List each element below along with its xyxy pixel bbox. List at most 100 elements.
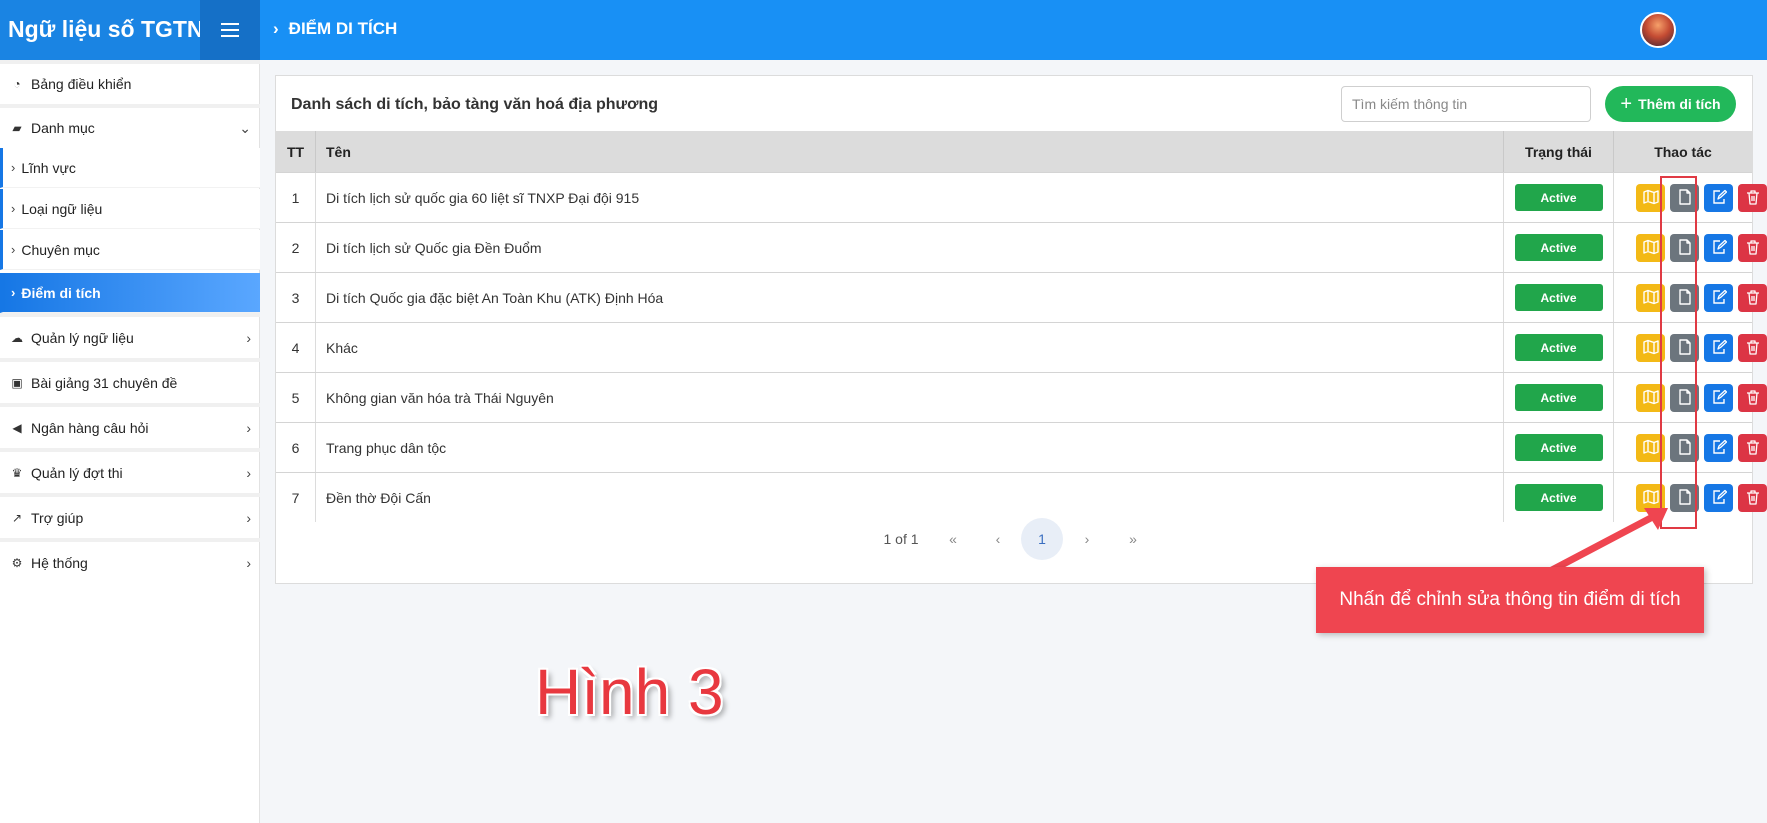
column-header-status: Trạng thái — [1504, 131, 1614, 172]
map-icon — [1642, 189, 1659, 208]
delete-button[interactable] — [1738, 484, 1767, 512]
sidebar-item-dashboard[interactable]: ◔ Bảng điều khiển — [0, 64, 260, 104]
plus-icon: + — [1620, 93, 1633, 115]
chevron-right-icon: › — [273, 19, 279, 38]
card-title: Danh sách di tích, bảo tàng văn hoá địa … — [291, 96, 658, 113]
menu-toggle-button[interactable] — [200, 0, 260, 60]
status-badge: Active — [1514, 234, 1603, 261]
sidebar-item-lectures[interactable]: ▣ Bài giảng 31 chuyên đề — [0, 363, 260, 403]
trash-icon — [1745, 289, 1761, 308]
dashboard-icon: ◔ — [13, 77, 21, 91]
prev-page-button[interactable]: ‹ — [983, 519, 1013, 559]
column-header-tt: TT — [276, 131, 316, 172]
edit-icon — [1711, 489, 1727, 508]
sidebar-item-corpus-types[interactable]: › Loại ngữ liệu — [0, 189, 260, 229]
chevron-right-icon: › — [11, 285, 16, 300]
delete-button[interactable] — [1738, 234, 1767, 262]
trash-icon — [1745, 489, 1761, 508]
map-icon — [1642, 289, 1659, 308]
edit-button[interactable] — [1704, 484, 1733, 512]
chevron-down-icon: ⌄ — [239, 119, 251, 136]
sidebar-item-label: Điểm di tích — [21, 284, 101, 301]
chevron-right-icon: › — [246, 465, 251, 481]
site-name: Di tích lịch sử quốc gia 60 liệt sĩ TNXP… — [316, 173, 1504, 222]
edit-button[interactable] — [1704, 334, 1733, 362]
sidebar-item-system[interactable]: ⚙ Hệ thống › — [0, 543, 260, 583]
sidebar-item-corpus-management[interactable]: ☁ Quản lý ngữ liệu › — [0, 318, 260, 358]
megaphone-icon: ◀ — [12, 421, 22, 435]
table-row: 5 Không gian văn hóa trà Thái Nguyên Activ… — [276, 372, 1767, 422]
status-badge: Active — [1514, 334, 1603, 361]
page-1-button[interactable]: 1 — [1021, 518, 1063, 560]
first-page-button[interactable]: « — [938, 519, 968, 559]
edit-icon — [1711, 239, 1727, 258]
trash-icon — [1745, 239, 1761, 258]
chevron-right-icon: › — [11, 242, 16, 257]
table-row: 1 Di tích lịch sử quốc gia 60 liệt sĩ TNX… — [276, 172, 1767, 222]
row-index: 1 — [276, 173, 316, 222]
chevron-right-icon: › — [246, 510, 251, 526]
map-icon — [1642, 239, 1659, 258]
page-title: ĐIỂM DI TÍCH — [288, 19, 398, 38]
chevron-right-icon: › — [11, 201, 16, 216]
delete-button[interactable] — [1738, 284, 1767, 312]
edit-button[interactable] — [1704, 234, 1733, 262]
sidebar-item-label: Bài giảng 31 chuyên đề — [31, 375, 178, 391]
site-name: Di tích lịch sử Quốc gia Đền Đuổm — [316, 223, 1504, 272]
edit-button[interactable] — [1704, 184, 1733, 212]
edit-button[interactable] — [1704, 284, 1733, 312]
row-index: 2 — [276, 223, 316, 272]
delete-button[interactable] — [1738, 334, 1767, 362]
edit-button[interactable] — [1704, 434, 1733, 462]
row-index: 7 — [276, 473, 316, 522]
sidebar-item-heritage-sites[interactable]: › Điểm di tích — [0, 273, 260, 313]
column-header-name: Tên — [316, 131, 1504, 172]
sidebar-item-label: Ngân hàng câu hỏi — [31, 420, 149, 436]
delete-button[interactable] — [1738, 434, 1767, 462]
trash-icon — [1745, 189, 1761, 208]
avatar[interactable] — [1640, 12, 1676, 48]
add-site-button[interactable]: + Thêm di tích — [1605, 86, 1736, 122]
sidebar-item-categories[interactable]: ▰ Danh mục ⌄ — [0, 108, 260, 148]
edit-icon — [1711, 289, 1727, 308]
edit-button[interactable] — [1704, 384, 1733, 412]
table-row: 6 Trang phục dân tộc Active — [276, 422, 1767, 472]
site-name: Trang phục dân tộc — [316, 423, 1504, 472]
search-input[interactable] — [1341, 86, 1591, 122]
sidebar: ◔ Bảng điều khiển ▰ Danh mục ⌄ › Lĩnh vự… — [0, 60, 260, 823]
sidebar-item-exam-management[interactable]: ♛ Quản lý đợt thi › — [0, 453, 260, 493]
delete-button[interactable] — [1738, 184, 1767, 212]
sidebar-item-help[interactable]: ↗ Trợ giúp › — [0, 498, 260, 538]
table-row: 2 Di tích lịch sử Quốc gia Đền Đuổm Active — [276, 222, 1767, 272]
edit-icon — [1711, 439, 1727, 458]
archive-icon: ▣ — [11, 376, 23, 390]
gears-icon: ⚙ — [11, 556, 23, 570]
figure-label: Hình 3 — [535, 656, 724, 728]
app-title[interactable]: Ngữ liệu số TGTN — [0, 0, 204, 60]
sidebar-item-topics[interactable]: › Chuyên mục — [0, 230, 260, 270]
table-row: 4 Khác Active — [276, 322, 1767, 372]
status-badge: Active — [1514, 284, 1603, 311]
next-page-button[interactable]: › — [1072, 519, 1102, 559]
chevron-right-icon: › — [246, 420, 251, 436]
trophy-icon: ♛ — [11, 466, 23, 480]
cloud-icon: ☁ — [11, 331, 23, 345]
delete-button[interactable] — [1738, 384, 1767, 412]
last-page-button[interactable]: » — [1118, 519, 1148, 559]
chevron-right-icon: › — [246, 330, 251, 346]
edit-column-highlight — [1660, 176, 1697, 529]
sidebar-item-fields[interactable]: › Lĩnh vực — [0, 148, 260, 188]
table-header: TT Tên Trạng thái Thao tác — [276, 131, 1752, 172]
top-bar: Ngữ liệu số TGTN › ĐIỂM DI TÍCH — [0, 0, 1767, 60]
chevron-right-icon: › — [11, 160, 16, 175]
breadcrumb: › ĐIỂM DI TÍCH — [273, 19, 397, 39]
edit-icon — [1711, 339, 1727, 358]
sidebar-item-question-bank[interactable]: ◀ Ngân hàng câu hỏi › — [0, 408, 260, 448]
sidebar-item-label: Lĩnh vực — [21, 159, 76, 176]
column-header-actions: Thao tác — [1654, 143, 1712, 160]
sidebar-item-label: Danh mục — [31, 120, 95, 136]
sidebar-item-label: Trợ giúp — [31, 510, 84, 526]
table-row: 7 Đền thờ Đội Cấn Active — [276, 472, 1767, 522]
site-name: Đền thờ Đội Cấn — [316, 473, 1504, 522]
chevron-right-icon: › — [246, 555, 251, 571]
